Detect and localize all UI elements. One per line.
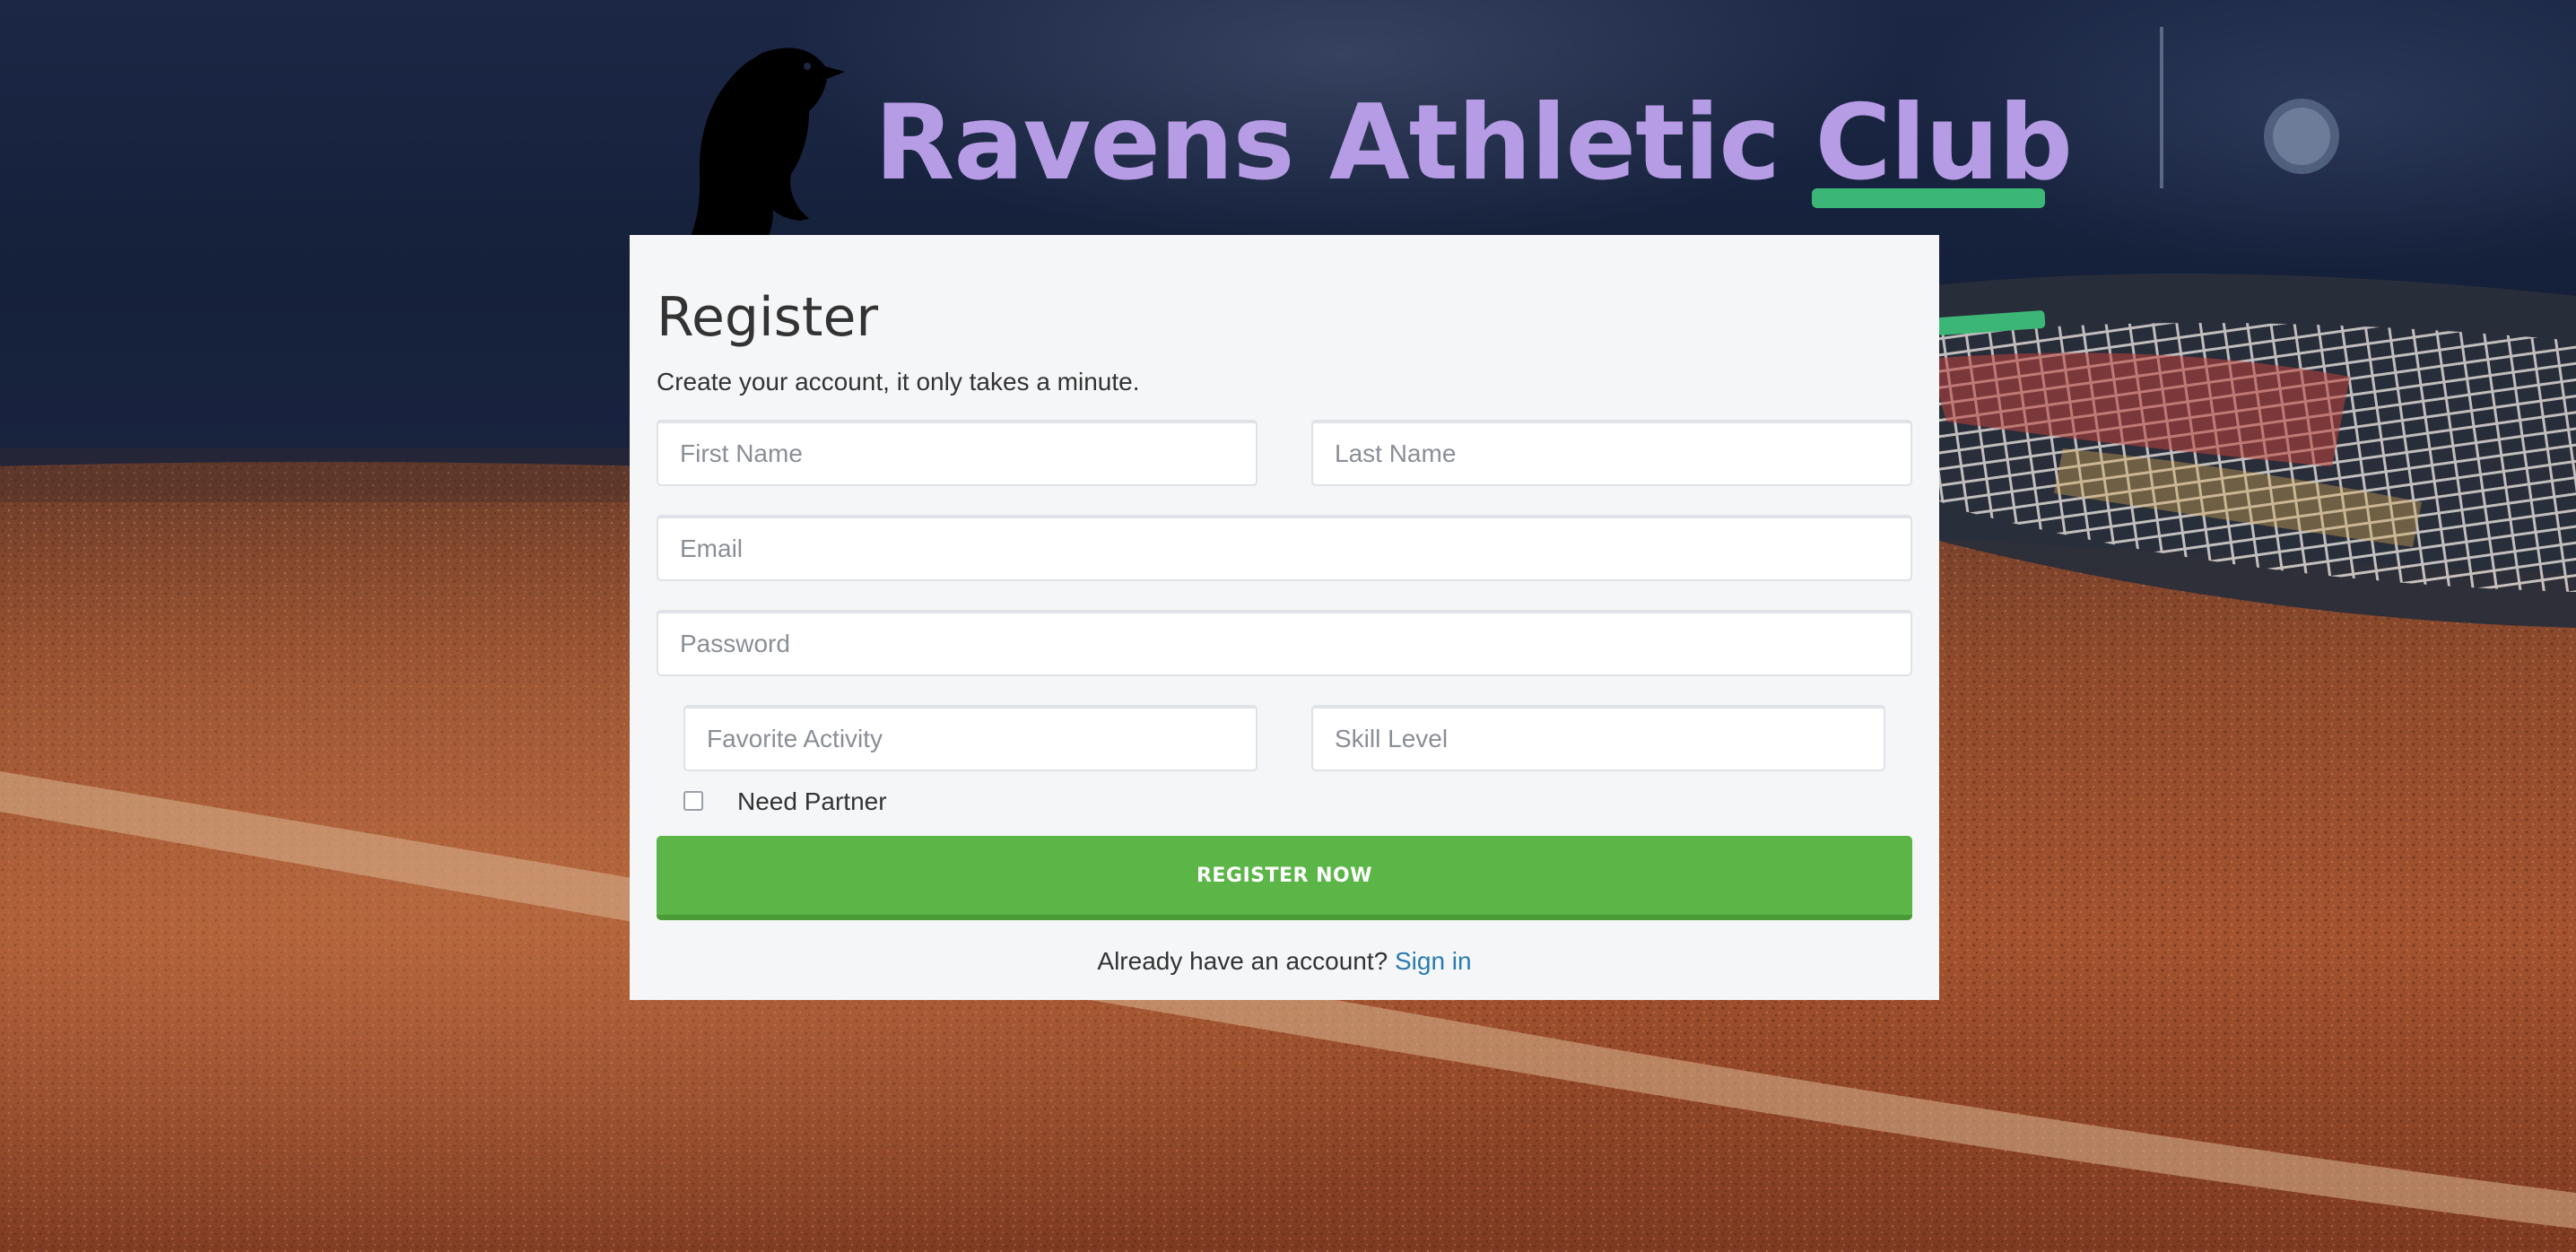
site-title: Ravens Athletic Club [875,83,2073,204]
register-now-button[interactable]: Register Now [657,836,1912,920]
skill-level-input[interactable] [1311,705,1885,771]
form-subtitle: Create your account, it only takes a min… [657,368,1140,396]
need-partner-label[interactable]: Need Partner [737,787,887,816]
page: Ravens Athletic Club Register Create you… [0,0,2576,1252]
email-input[interactable] [657,515,1912,581]
signin-row: Already have an account? Sign in [630,945,1939,978]
need-partner-checkbox[interactable] [683,791,703,811]
last-name-input[interactable] [1311,420,1912,486]
signin-link[interactable]: Sign in [1395,947,1472,975]
form-title: Register [657,286,879,349]
raven-icon [674,39,854,264]
register-card: Register Create your account, it only ta… [630,235,1939,1000]
first-name-input[interactable] [657,420,1258,486]
signin-prompt: Already have an account? [1097,947,1388,975]
favorite-activity-input[interactable] [683,705,1258,771]
password-input[interactable] [657,610,1912,676]
